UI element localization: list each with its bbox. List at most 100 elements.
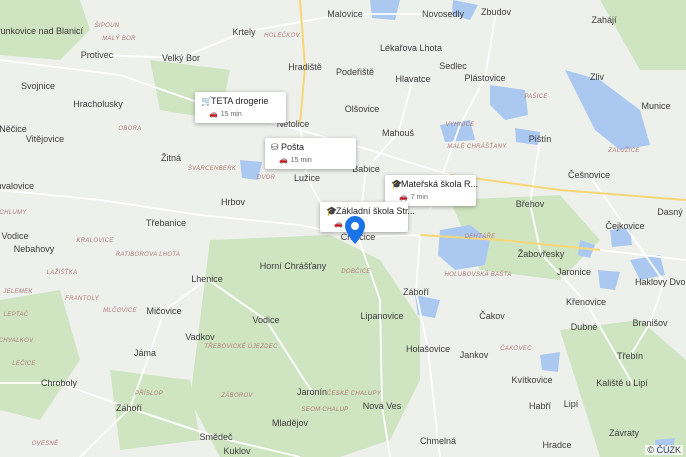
post-icon: ⛁ [271, 142, 279, 152]
place-label-prislop: PŘÍSLOP [134, 391, 164, 397]
place-label-vitejovice: Vitějovice [25, 134, 65, 144]
place-label-zitna: Žitná [160, 153, 182, 163]
route-card-title: TETA drogerie [211, 96, 269, 106]
place-label-lestkov: LEPTAČ [3, 312, 29, 318]
place-label-novosedly: Novosedly [421, 9, 465, 19]
place-label-holasovice: Holašovice [405, 344, 451, 354]
place-label-vadkov: Vadkov [185, 332, 215, 342]
location-pin-icon[interactable] [345, 216, 365, 244]
place-label-brehov: Břehov [515, 199, 545, 209]
place-label-chlumy: CHLUMY [0, 210, 27, 216]
route-card-teta[interactable]: 🛒TETA drogerie 🚗 15 min [195, 92, 286, 123]
place-label-male-chrastany: MALÉ CHRÁŠŤANY [447, 144, 507, 150]
place-label-trebin: Třebín [616, 351, 644, 361]
place-label-hradiste: Hradiště [288, 62, 322, 72]
place-label-mladejov: Mladějov [271, 418, 309, 428]
place-label-dubne: Dubné [570, 322, 598, 332]
place-label-hradce: Hradce [542, 440, 572, 450]
place-label-dvoreclbl: DVOR [256, 175, 276, 181]
place-label-frantoly: FRANTOLY [65, 296, 99, 302]
route-card-title: Základní škola Str... [336, 206, 416, 216]
place-label-cakovec: ČAKOVEC [500, 346, 532, 352]
place-label-ceske-chalupy: ČESKÉ CHALUPY [326, 391, 382, 397]
place-label-ovesne: OVESNÉ [31, 441, 59, 447]
place-label-zaborov: ZÁBOROV [221, 393, 253, 399]
place-label-vyhnice: VYHNICE [445, 122, 475, 128]
place-label-lipi: Lipí [563, 399, 579, 409]
place-label-jankov: Jankov [459, 350, 489, 360]
place-label-chvalkov: CHVALKOV [0, 338, 34, 344]
school-icon: 🎓 [326, 206, 338, 216]
place-label-luzice: Lužice [293, 173, 321, 183]
place-label-lekarova-lhota: Lékařova Lhota [379, 43, 443, 53]
place-label-smedec: Smědeč [199, 432, 233, 442]
cart-icon: 🛒 [201, 96, 213, 106]
school-icon: 🎓 [391, 179, 403, 189]
place-label-krenovice: Křenovice [565, 297, 607, 307]
place-label-habri: Habří [528, 401, 552, 411]
place-label-pasice: PAŠICE [524, 94, 548, 100]
place-label-zabori: Záboří [402, 287, 430, 297]
place-label-kojetice: Čejkovice [605, 221, 645, 231]
place-label-lazistka: LAŽIŠŤKA [46, 270, 78, 276]
place-label-vodice: Vodice [252, 315, 280, 325]
place-label-chroboly: Chroboly [40, 378, 78, 388]
place-label-plastovice: Plástovice [464, 73, 506, 83]
place-label-chmelna: Chmelná [419, 436, 457, 446]
place-label-krtely: Krtely [232, 27, 256, 37]
copyright-notice: © ČÚZK [645, 445, 683, 455]
place-label-zbudov: Zbudov [480, 7, 512, 17]
place-label-hodejov: Vodice [1, 231, 29, 241]
place-label-zabovresky: Žabovřesky [517, 249, 565, 259]
place-label-hlavatce: Hlavatce [395, 74, 431, 84]
place-label-zahaji: Zahájí [591, 15, 617, 25]
place-label-babice: Babice [352, 164, 380, 174]
place-label-necice: Něčice [0, 124, 27, 134]
place-label-chvalovice: Chvalovice [0, 181, 35, 191]
place-label-nebahovy: Nebahovy [13, 244, 55, 254]
place-label-micovice: Mičovice [146, 306, 182, 316]
place-label-mahous: Mahouš [381, 128, 415, 138]
place-label-cesnovice: Češnovice [567, 170, 611, 180]
car-icon: 🚗 [279, 157, 288, 164]
place-label-kuklov: Kuklov [223, 446, 251, 456]
place-label-trebovicke: TŘEBOVICKÉ ÚJEZDEC [204, 344, 278, 350]
place-label-svojnice: Svojnice [20, 81, 56, 91]
place-label-jama: Jáma [133, 348, 157, 358]
place-label-sedlec: Sedlec [439, 61, 467, 71]
car-icon: 🚗 [334, 221, 343, 228]
place-label-sipoun: ŠIPOUN [94, 23, 120, 29]
place-label-holeckov: HOLEČKOV [264, 33, 300, 39]
place-label-lipanovice: Lipanovice [360, 311, 404, 321]
place-label-strunkovice: Strunkovice nad Blanicí [0, 26, 84, 36]
car-icon: 🚗 [399, 194, 408, 201]
place-label-dasny: Dasný [657, 207, 683, 217]
place-label-hrbov: Hrbov [220, 197, 246, 207]
place-label-poderiste: Podeřiště [335, 67, 375, 77]
place-label-kvitkovice: Kvítkovice [511, 375, 553, 385]
place-label-kalist: Kaliště u Lipí [596, 378, 648, 388]
place-label-holubovska: HOLUBOVSKÁ BAŠTA [444, 272, 512, 278]
place-label-hracholusky: Hracholusky [73, 99, 123, 109]
place-label-jaronin: Jaronín [296, 387, 328, 397]
place-label-zaluzice: ZALUŽICE [608, 148, 640, 154]
place-label-zliv: Zliv [590, 72, 604, 82]
place-label-olsovice: Olšovice [344, 104, 380, 114]
place-label-lhenice: Lhenice [191, 274, 223, 284]
place-label-horni-chrastany: Horní Chrášťany [259, 261, 327, 271]
place-label-cakov: Čakov [479, 311, 505, 321]
route-card-time: 7 min [410, 194, 428, 201]
place-label-jaronice: Jaronice [556, 267, 592, 277]
place-label-jelemek: JELEMEK [3, 289, 33, 295]
place-label-nova-ves: Nová Ves [362, 401, 402, 411]
place-label-obora: OBORA [118, 126, 142, 132]
place-label-velky-bor: Velký Bor [161, 53, 201, 63]
route-card-time: 15 min [290, 157, 312, 164]
place-label-dehtare: DEHTÁŘE [464, 234, 496, 240]
route-card-posta[interactable]: ⛁ Pošta 🚗 15 min [265, 138, 356, 169]
place-label-zahori: Záhoří [115, 403, 143, 413]
place-label-trebanice: Třebanice [145, 218, 187, 228]
route-card-time: 15 min [220, 111, 242, 118]
place-label-seom-chalup: SEOM CHALUP [301, 407, 349, 413]
place-label-malovice: Malovice [327, 9, 363, 19]
